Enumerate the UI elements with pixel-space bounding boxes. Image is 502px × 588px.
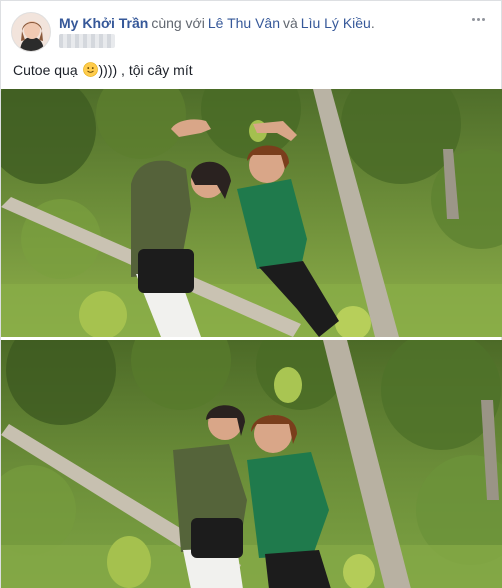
facebook-post: My Khởi Trần cùng với Lê Thu Vân và Lìu Lý K…	[0, 0, 502, 588]
post-options-button[interactable]	[467, 11, 489, 27]
photo-1-image	[1, 89, 502, 337]
header-period: .	[370, 15, 375, 31]
author-avatar[interactable]	[11, 12, 51, 52]
caption-text-start: Cutoe quạ	[13, 62, 78, 78]
post-photo-1[interactable]	[1, 89, 502, 337]
more-dots-icon	[471, 17, 475, 21]
tagged-friend-1-link[interactable]: Lê Thu Vân	[208, 15, 280, 31]
slightly-smiling-face-icon	[82, 62, 98, 77]
post-caption: Cutoe quạ )))) , tội cây mít	[13, 61, 193, 79]
author-name-link[interactable]: My Khởi Trần	[59, 15, 148, 31]
blurred-timestamp[interactable]	[59, 34, 115, 48]
post-photo-2[interactable]	[1, 340, 502, 588]
post-header: My Khởi Trần cùng với Lê Thu Vân và Lìu Lý K…	[59, 14, 375, 32]
tagged-friend-2-link[interactable]: Lìu Lý Kiều	[301, 15, 371, 31]
photo-2-image	[1, 340, 502, 588]
with-text: cùng với	[151, 15, 205, 31]
and-text: và	[283, 15, 298, 31]
caption-text-end: )))) , tội cây mít	[98, 62, 193, 78]
more-dot	[481, 17, 485, 21]
more-dot	[476, 17, 480, 21]
